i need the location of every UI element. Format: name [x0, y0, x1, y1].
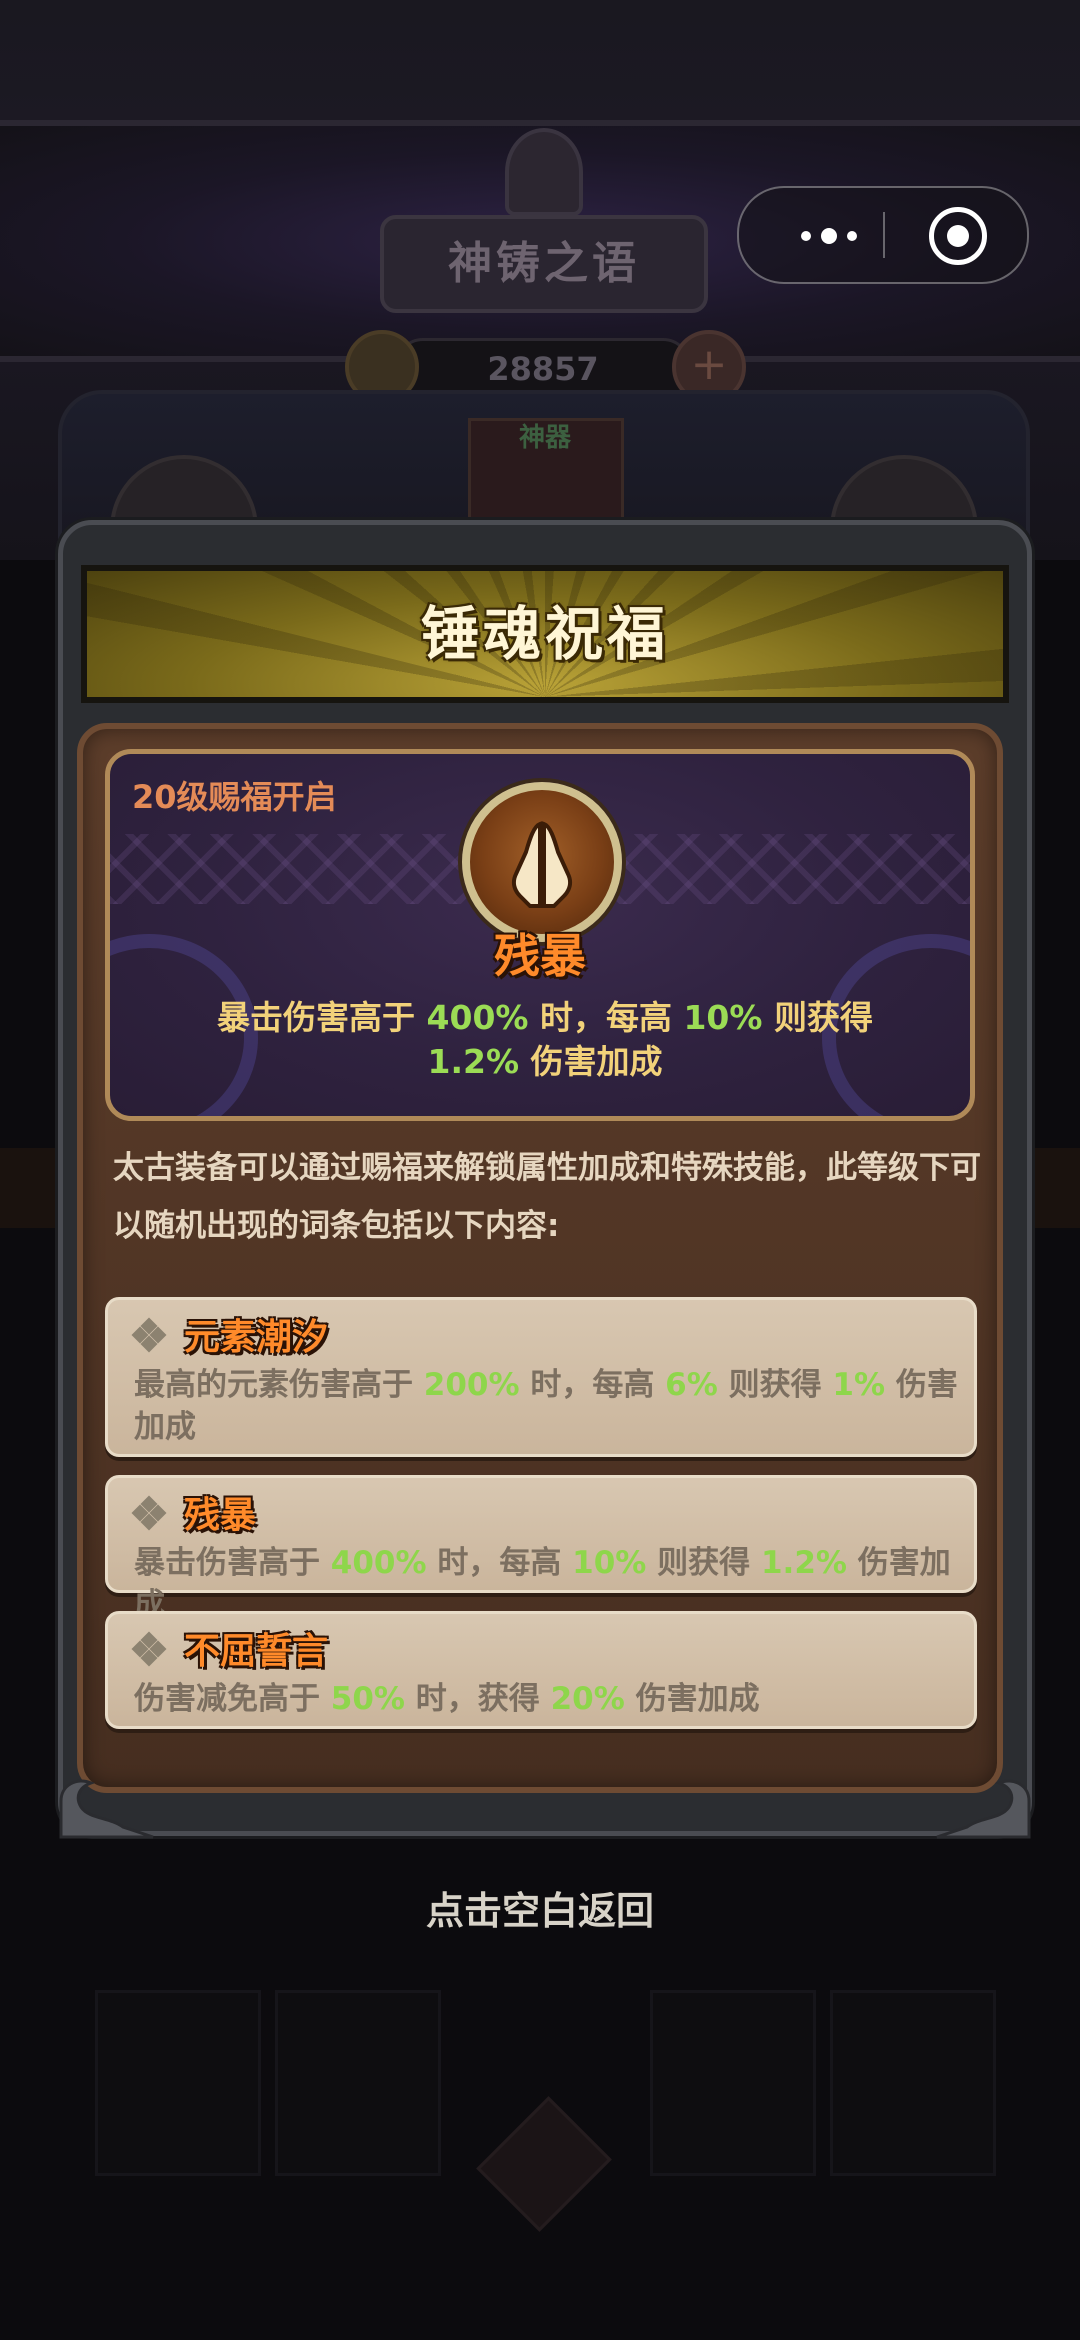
list-item: 残暴 暴击伤害高于 400% 时，每高 10% 则获得 1.2% 伤害加成 — [105, 1475, 977, 1623]
entry-description: 伤害减免高于 50% 时，获得 20% 伤害加成 — [134, 1681, 760, 1717]
background-title: 神铸之语 — [380, 215, 708, 313]
tap-to-close-hint[interactable]: 点击空白返回 — [0, 1880, 1080, 1935]
background-grid-cell — [95, 1990, 261, 2176]
list-item: 不屈誓言 伤害减免高于 50% 时，获得 20% 伤害加成 — [105, 1611, 977, 1729]
entry-name: 残暴 — [184, 1495, 257, 1536]
corner-ornament-icon — [936, 1779, 1031, 1839]
more-icon[interactable] — [783, 188, 883, 282]
diamond-bullet-icon — [131, 1317, 167, 1353]
entry-description: 最高的元素伤害高于 200% 时，每高 6% 则获得 1% 伤害加成 — [134, 1367, 958, 1445]
intro-text: 太古装备可以通过赐福来解锁属性加成和特殊技能，此等级下可以随机出现的词条包括以下… — [113, 1150, 981, 1244]
dialog-body: 20级赐福开启 残暴 暴击伤害高于 400% 时，每高 10% 则获得 1.2%… — [77, 723, 1003, 1793]
miniprogram-capsule — [737, 186, 1029, 284]
background-grid-cell — [650, 1990, 816, 2176]
dialog-header: 锤魂祝福 — [81, 565, 1009, 703]
featured-blessing-card: 20级赐福开启 残暴 暴击伤害高于 400% 时，每高 10% 则获得 1.2%… — [105, 749, 975, 1121]
list-item: 元素潮汐 最高的元素伤害高于 200% 时，每高 6% 则获得 1% 伤害加成 — [105, 1297, 977, 1457]
corner-ornament-icon — [59, 1779, 154, 1839]
unlock-level-label: 20级赐福开启 — [132, 778, 337, 816]
blessing-dialog: 锤魂祝福 20级赐福开启 残暴 暴击伤害高于 400% 时，每高 10% 则获得… — [58, 520, 1032, 1839]
diamond-bullet-icon — [131, 1495, 167, 1531]
dialog-title: 锤魂祝福 — [420, 600, 669, 668]
entry-name: 元素潮汐 — [184, 1317, 329, 1358]
diamond-bullet-icon — [131, 1631, 167, 1667]
background-grid-cell — [275, 1990, 441, 2176]
featured-blessing-description: 暴击伤害高于 400% 时，每高 10% 则获得 1.2% 伤害加成 — [217, 998, 873, 1081]
background-grid-cell — [830, 1990, 996, 2176]
entry-name: 不屈誓言 — [184, 1631, 329, 1672]
locked-label: 神器 — [519, 423, 572, 453]
close-miniprogram-icon[interactable] — [929, 207, 987, 265]
background-crest-icon — [505, 128, 583, 216]
background-emblem-icon — [476, 2096, 612, 2232]
featured-blessing-name: 残暴 — [494, 929, 586, 983]
praying-hands-icon — [462, 782, 622, 942]
capsule-divider — [883, 212, 885, 258]
